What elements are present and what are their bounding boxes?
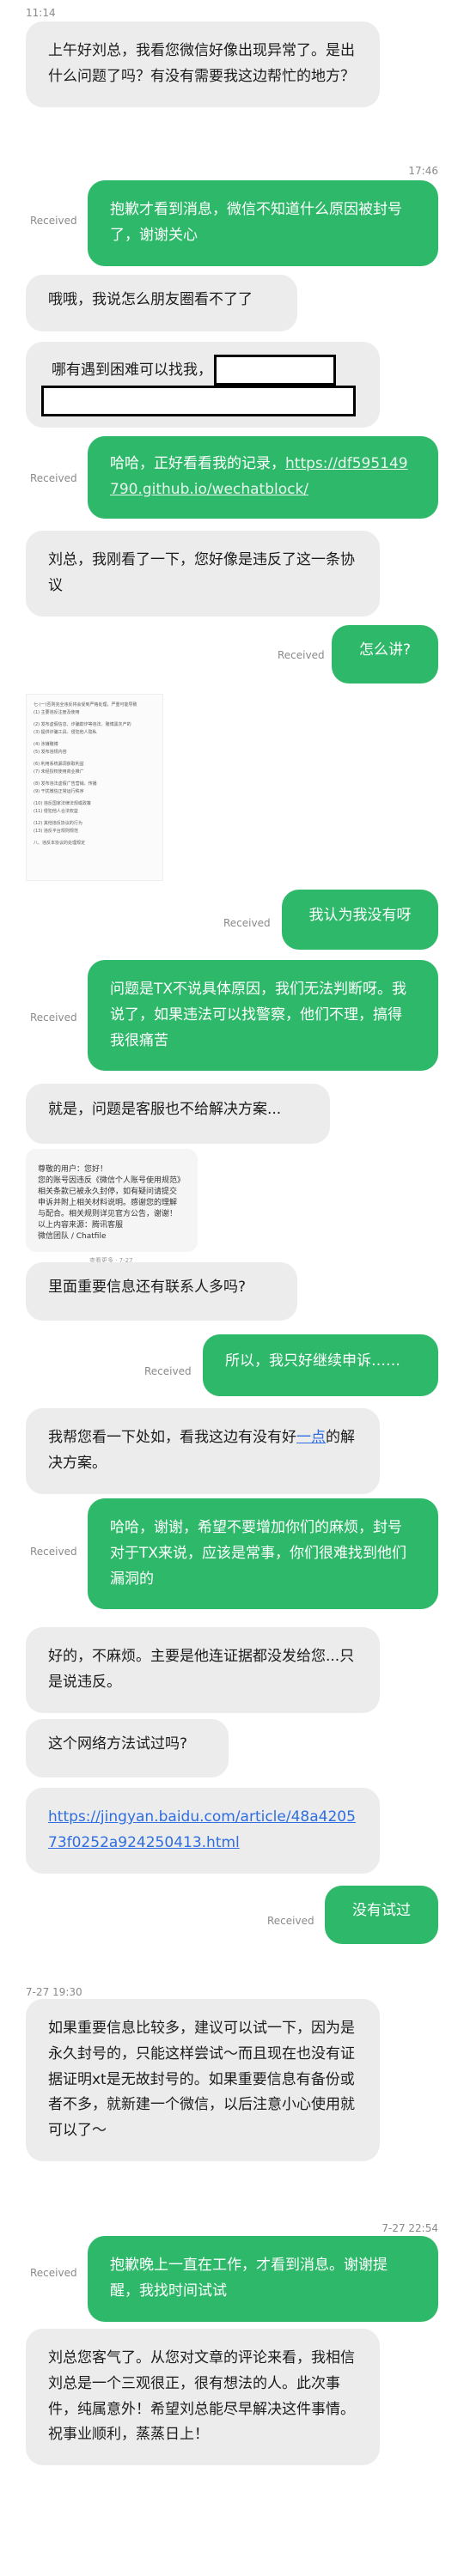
received-label: Received — [267, 1915, 314, 1927]
image-attachment[interactable]: 尊敬的用户：您好！ 您的账号因违反《微信个人账号使用规范》 相关条款已被永久封停，如… — [26, 1149, 198, 1264]
message-bubble-outgoing[interactable]: 抱歉才看到消息，微信不知道什么原因被封号了，谢谢关心 — [88, 180, 438, 266]
timestamp: 7-27 19:30 — [26, 1986, 82, 1998]
message-text: 好的，不麻烦。主要是他连证据都没发给您...只是说违反。 — [48, 1648, 355, 1691]
image-text-lines: 七·(一)否则完全违反将会受到严格处理，严重可能导致 (1) 主要违反注册及使用 (… — [27, 702, 162, 848]
image-text-line: (1) 主要违反注册及使用 — [34, 710, 80, 715]
image-text-line: (4) 涉嫌赌博 — [34, 742, 58, 747]
timestamp: 17:46 — [408, 165, 438, 177]
message-text: 问题是TX不说具体原因，我们无法判断呀。我说了，如果违法可以找警察，他们不理，搞… — [110, 981, 407, 1049]
message-text: 这个网络方法试过吗? — [48, 1735, 188, 1753]
message-bubble-incoming[interactable]: 如果重要信息比较多，建议可以试一下，因为是永久封号的，只能这样尝试～而且现在也没… — [26, 1999, 380, 2161]
image-text-line: 您的账号因违反《微信个人账号使用规范》 — [38, 1176, 186, 1185]
message-bubble-outgoing[interactable]: 所以，我只好继续申诉…… — [203, 1334, 438, 1396]
image-text-line: (5) 发布违规内容 — [34, 750, 67, 755]
image-text-lines: 尊敬的用户：您好！ 您的账号因违反《微信个人账号使用规范》 相关条款已被永久封停，如… — [38, 1164, 186, 1242]
message-bubble-outgoing[interactable]: 哈哈，正好看看我的记录，https://df595149790.github.i… — [88, 436, 438, 519]
message-bubble-incoming[interactable]: 哪有遇到困难可以找我， — [26, 342, 380, 428]
message-text: 哦哦，我说怎么朋友圈看不了了 — [48, 291, 253, 308]
image-text-line: 尊敬的用户：您好！ — [38, 1165, 108, 1174]
received-label: Received — [30, 2267, 77, 2279]
image-text-line: 与配合。相关规则详见官方公告，谢谢！ — [38, 1210, 178, 1218]
message-text: 抱歉晚上一直在工作，才看到消息。谢谢提醒，我找时间试试 — [110, 2257, 388, 2300]
image-text-line: (2) 发布虚假信息、诈骗欺诈等违法、赌博黑灰产的 — [34, 722, 131, 727]
received-label: Received — [30, 472, 77, 484]
message-text: 如果重要信息比较多，建议可以试一下，因为是永久封号的，只能这样尝试～而且现在也没… — [48, 2020, 355, 2139]
message-text: 抱歉才看到消息，微信不知道什么原因被封号了，谢谢关心 — [110, 201, 402, 244]
message-text: 刘总，我刚看了一下，您好像是违反了这一条协议 — [48, 551, 355, 594]
redaction-box — [41, 386, 356, 416]
message-bubble-outgoing[interactable]: 没有试过 — [325, 1886, 438, 1944]
received-label: Received — [30, 1546, 77, 1558]
timestamp: 11:14 — [26, 7, 56, 19]
received-label: Received — [30, 215, 77, 227]
image-text-line: (10) 违反国家法律法规或政策 — [34, 801, 91, 806]
link[interactable]: https://jingyan.baidu.com/article/48a420… — [48, 1808, 356, 1851]
message-text: 我帮您看一下处如，看我这边有没有好 — [48, 1429, 296, 1446]
received-label: Received — [278, 649, 325, 661]
image-text-line: 申诉并附上相关材料说明。感谢您的理解 — [38, 1199, 178, 1207]
image-text-line: 微信团队 / Chatfile — [38, 1232, 107, 1241]
image-text-line: (12) 其他违反协议的行为 — [34, 821, 82, 826]
message-text: 就是，问题是客服也不给解决方案... — [48, 1101, 282, 1118]
image-text-line: (13) 违反平台规则规范 — [34, 829, 78, 834]
message-bubble-incoming[interactable]: 就是，问题是客服也不给解决方案... — [26, 1084, 330, 1144]
message-bubble-incoming[interactable]: 上午好刘总，我看您微信好像出现异常了。是出什么问题了吗？有没有需要我这边帮忙的地… — [26, 21, 380, 107]
image-text-line: (11) 侵犯他人合法权益 — [34, 809, 78, 814]
image-text-line: (6) 利用系统漏洞获取利益 — [34, 762, 84, 767]
link[interactable]: 一点 — [296, 1429, 326, 1446]
timestamp: 7-27 22:54 — [382, 2222, 438, 2234]
message-text: 所以，我只好继续申诉…… — [225, 1352, 400, 1370]
message-bubble-outgoing[interactable]: 我认为我没有呀 — [282, 890, 438, 950]
received-label: Received — [30, 1012, 77, 1024]
message-text: 哈哈，谢谢，希望不要增加你们的麻烦，封号对于TX来说，应该是常事，你们很难找到他… — [110, 1519, 407, 1588]
message-bubble-incoming[interactable]: 里面重要信息还有联系人多吗? — [26, 1262, 297, 1321]
message-bubble-incoming[interactable]: 好的，不麻烦。主要是他连证据都没发给您...只是说违反。 — [26, 1627, 380, 1713]
received-label: Received — [223, 917, 271, 929]
image-text-line: 八、违反本协议的处理规定 — [34, 841, 86, 846]
message-bubble-incoming[interactable]: 刘总您客气了。从您对文章的评论来看，我相信刘总是一个三观很正，很有想法的人。此次… — [26, 2329, 380, 2465]
message-bubble-incoming[interactable]: 我帮您看一下处如，看我这边有没有好一点的解决方案。 — [26, 1408, 380, 1494]
message-bubble-outgoing[interactable]: 问题是TX不说具体原因，我们无法判断呀。我说了，如果违法可以找警察，他们不理，搞… — [88, 960, 438, 1072]
message-text: 上午好刘总，我看您微信好像出现异常了。是出什么问题了吗？有没有需要我这边帮忙的地… — [48, 42, 355, 85]
message-bubble-incoming[interactable]: 刘总，我刚看了一下，您好像是违反了这一条协议 — [26, 531, 380, 617]
image-text-line: 以上内容来源：腾讯客服 — [38, 1221, 124, 1230]
image-text-line: (8) 发布违法虚假广告营销、传播 — [34, 781, 97, 787]
message-text: 哪有遇到困难可以找我， — [52, 361, 212, 379]
image-text-line: (9) 干扰微信正常运行秩序 — [34, 789, 84, 794]
message-bubble-outgoing[interactable]: 哈哈，谢谢，希望不要增加你们的麻烦，封号对于TX来说，应该是常事，你们很难找到他… — [88, 1498, 438, 1610]
image-text-line: (7) 未经授权使用商业推广 — [34, 769, 84, 775]
received-label: Received — [144, 1365, 192, 1377]
redaction-box — [214, 355, 336, 386]
message-text: 里面重要信息还有联系人多吗? — [48, 1279, 247, 1296]
image-attachment[interactable]: 七·(一)否则完全违反将会受到严格处理，严重可能导致 (1) 主要违反注册及使用 (… — [26, 694, 163, 881]
message-text: 刘总您客气了。从您对文章的评论来看，我相信刘总是一个三观很正，很有想法的人。此次… — [48, 2349, 355, 2444]
message-bubble-incoming[interactable]: 哦哦，我说怎么朋友圈看不了了 — [26, 275, 297, 331]
message-text: 哈哈，正好看看我的记录， — [110, 455, 285, 472]
image-text-line: (3) 提供诈骗工具、侵犯他人隐私 — [34, 730, 97, 735]
message-bubble-incoming[interactable]: https://jingyan.baidu.com/article/48a420… — [26, 1788, 380, 1874]
message-bubble-incoming[interactable]: 这个网络方法试过吗? — [26, 1719, 229, 1777]
message-bubble-outgoing[interactable]: 怎么讲? — [332, 625, 438, 683]
message-text: 没有试过 — [352, 1902, 411, 1919]
message-text: 怎么讲? — [358, 641, 412, 659]
message-text: 我认为我没有呀 — [308, 907, 412, 924]
image-text-line: 相关条款已被永久封停，如有疑问请提交 — [38, 1188, 178, 1196]
image-text-line: 七·(一)否则完全违反将会受到严格处理，严重可能导致 — [34, 702, 137, 708]
message-bubble-outgoing[interactable]: 抱歉晚上一直在工作，才看到消息。谢谢提醒，我找时间试试 — [88, 2236, 438, 2322]
